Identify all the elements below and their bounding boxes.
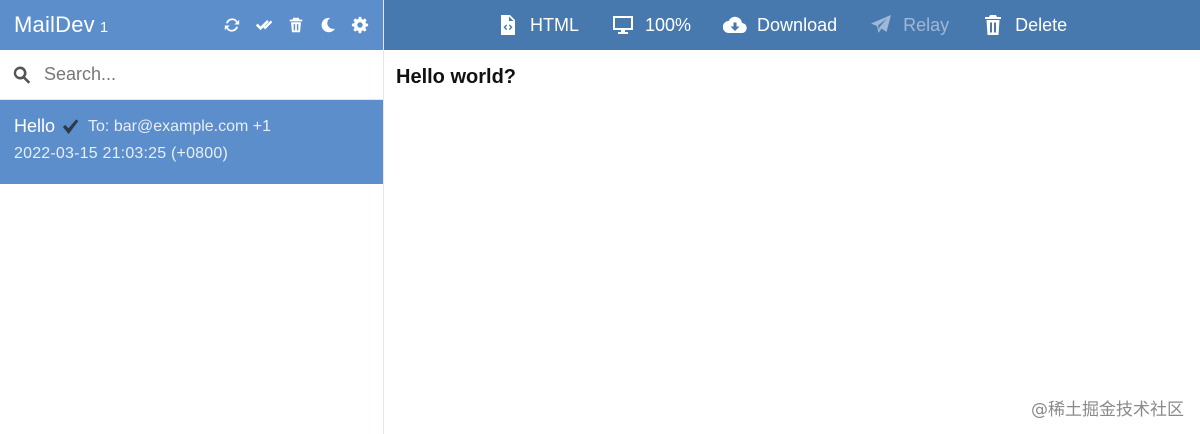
trash-icon[interactable] — [286, 16, 305, 35]
email-item-header: Hello To: bar@example.com +1 — [14, 116, 369, 137]
html-label: HTML — [530, 14, 579, 35]
email-list-item[interactable]: Hello To: bar@example.com +1 2022-03-15 … — [0, 100, 383, 184]
email-subject: Hello — [14, 116, 56, 136]
watermark: @稀土掘金技术社区 — [1031, 400, 1184, 420]
app-title: MailDev — [14, 12, 95, 37]
sidebar-header: MailDev 1 — [0, 0, 383, 50]
monitor-icon — [613, 16, 633, 34]
email-date: 2022-03-15 21:03:25 (+0800) — [14, 145, 229, 162]
delete-button[interactable]: Delete — [981, 13, 1067, 37]
email-recipients: To: bar@example.com +1 — [88, 117, 272, 135]
zoom-button[interactable]: 100% — [611, 13, 691, 37]
email-content: Hello world? — [384, 50, 1200, 105]
gear-icon[interactable] — [350, 16, 369, 35]
download-label: Download — [757, 14, 838, 35]
moon-icon[interactable] — [318, 16, 337, 35]
mark-all-read-icon[interactable] — [254, 16, 273, 35]
maildev-app: MailDev 1 Search... Hello To: bar@exampl… — [0, 0, 1200, 434]
file-code-icon — [501, 15, 515, 35]
trash-icon — [985, 15, 1002, 35]
refresh-icon[interactable] — [222, 16, 241, 35]
search-icon — [12, 65, 32, 85]
email-count: 1 — [99, 18, 109, 36]
cloud-download-icon — [723, 16, 747, 34]
relay-label: Relay — [903, 14, 950, 35]
main-panel: HTML 100% Download Relay Delete Hello wo… — [384, 0, 1200, 434]
download-button[interactable]: Download — [723, 13, 837, 37]
paper-plane-icon — [871, 15, 892, 33]
html-button[interactable]: HTML — [496, 13, 579, 37]
email-toolbar: HTML 100% Download Relay Delete — [384, 0, 1200, 50]
email-body: Hello world? — [396, 66, 516, 88]
header-tools — [222, 16, 369, 35]
zoom-label: 100% — [645, 14, 692, 35]
delete-label: Delete — [1015, 14, 1068, 35]
search-input[interactable] — [44, 64, 344, 85]
relay-button[interactable]: Relay — [869, 13, 949, 37]
search-bar — [0, 50, 383, 100]
sidebar: MailDev 1 Search... Hello To: bar@exampl… — [0, 0, 384, 434]
check-icon — [61, 117, 80, 136]
